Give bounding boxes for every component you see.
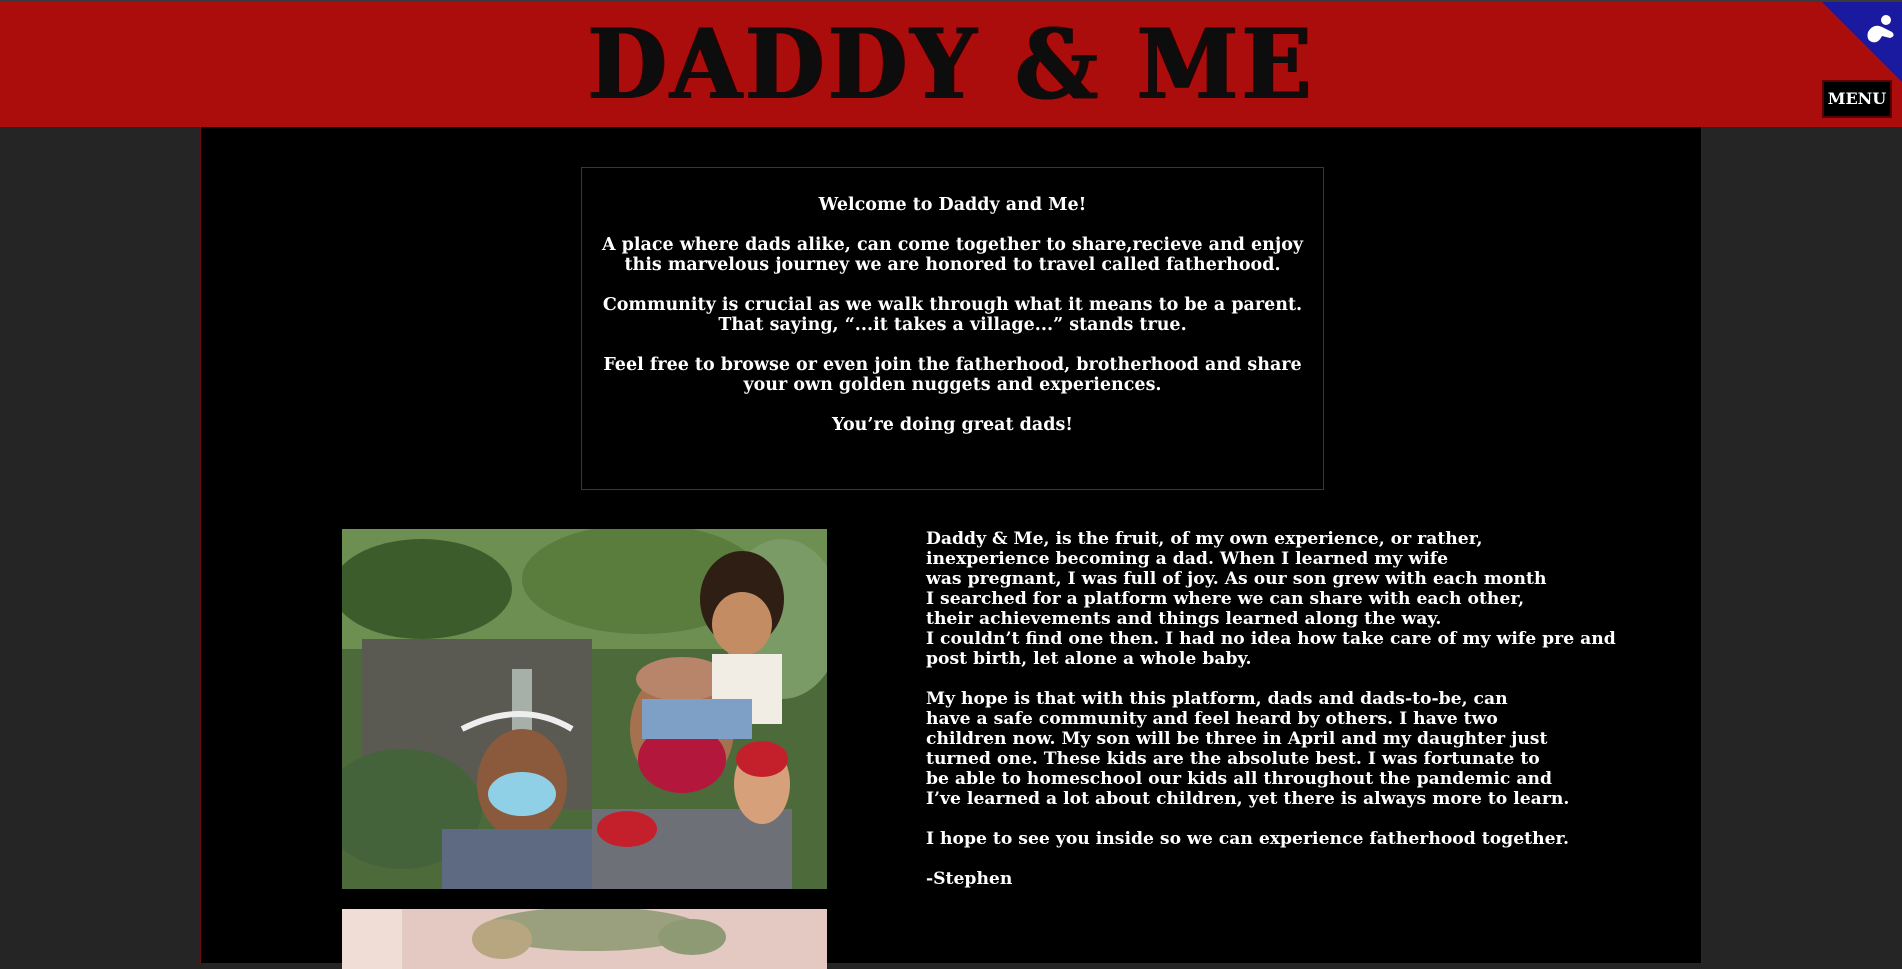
menu-button[interactable]: MENU xyxy=(1822,80,1892,118)
second-photo xyxy=(342,909,827,969)
family-photo xyxy=(342,529,827,889)
site-header: DADDY & ME MENU xyxy=(0,2,1902,127)
welcome-paragraph: A place where dads alike, can come toget… xyxy=(601,235,1304,275)
welcome-closing: You’re doing great dads! xyxy=(832,415,1073,435)
story-paragraph: Daddy & Me, is the fruit, of my own expe… xyxy=(926,529,1616,669)
story-paragraph: My hope is that with this platform, dads… xyxy=(926,689,1570,809)
story-paragraph: I hope to see you inside so we can exper… xyxy=(926,829,1569,849)
welcome-heading: Welcome to Daddy and Me! xyxy=(818,195,1087,215)
welcome-paragraph: Feel free to browse or even join the fat… xyxy=(603,355,1302,395)
founder-story: Daddy & Me, is the fruit, of my own expe… xyxy=(926,529,1616,909)
welcome-paragraph: Community is crucial as we walk through … xyxy=(602,295,1303,335)
site-title: DADDY & ME xyxy=(587,8,1315,121)
main-content: Welcome to Daddy and Me! A place where d… xyxy=(200,127,1702,969)
story-signature: -Stephen xyxy=(926,869,1013,889)
welcome-box: Welcome to Daddy and Me! A place where d… xyxy=(581,167,1324,490)
accessibility-icon[interactable] xyxy=(1822,2,1902,82)
